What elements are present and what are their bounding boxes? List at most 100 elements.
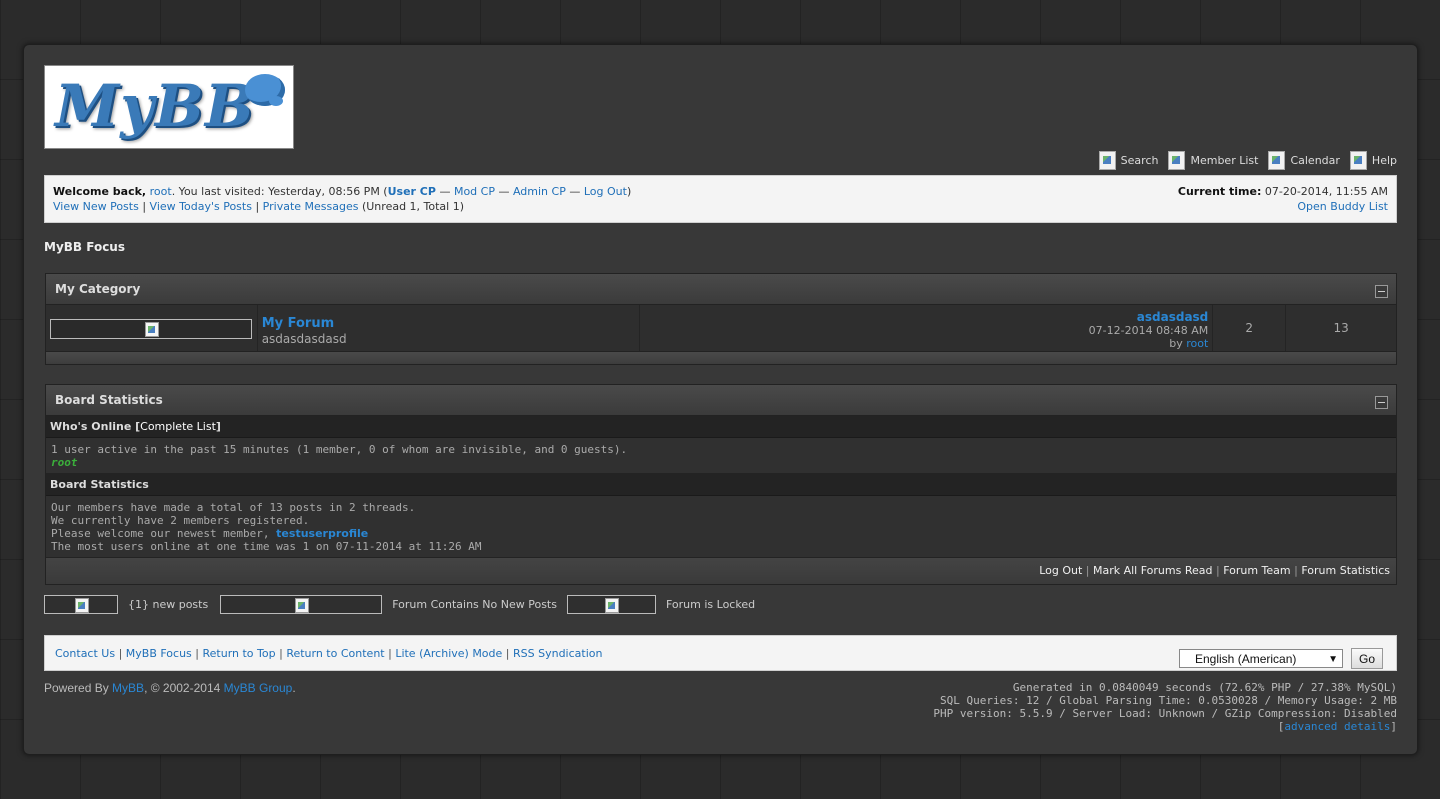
mybb-group-link[interactable]: MyBB Group <box>224 681 293 695</box>
mybb-focus-link[interactable]: MyBB Focus <box>126 647 192 660</box>
lastpost-user-link[interactable]: root <box>1186 337 1208 350</box>
current-time-label: Current time: <box>1177 185 1262 198</box>
dropdown-arrow-icon: ▼ <box>1328 654 1338 665</box>
menu-calendar[interactable]: Calendar <box>1268 151 1340 170</box>
footer-bar: Contact Us | MyBB Focus | Return to Top … <box>44 635 1397 671</box>
board-stats-subheader: Board Statistics <box>46 474 1396 496</box>
logout-link[interactable]: Log Out <box>584 185 627 198</box>
threads-cell: 2 <box>1213 305 1287 351</box>
menu-search[interactable]: Search <box>1098 151 1159 170</box>
lastpost-info: asdasdasd 07-12-2014 08:48 AM by root <box>1088 310 1209 351</box>
bottom-logout-link[interactable]: Log Out <box>1039 564 1082 577</box>
legend-no-new-posts-label: Forum Contains No New Posts <box>392 598 557 611</box>
forum-name-link[interactable]: My Forum <box>262 316 334 331</box>
open-buddy-list-link[interactable]: Open Buddy List <box>1297 200 1388 213</box>
copyright-text: , © 2002-2014 <box>144 681 221 695</box>
mybb-link[interactable]: MyBB <box>112 681 144 695</box>
menu-help-label: Help <box>1371 154 1397 167</box>
legend-no-new-posts-icon <box>220 595 383 614</box>
lastpost-title-link[interactable]: asdasdasd <box>1137 310 1209 324</box>
forum-status-icon <box>50 319 252 339</box>
current-time: Current time: 07-20-2014, 11:55 AM <box>1178 185 1388 198</box>
menu-search-label: Search <box>1120 154 1159 167</box>
lastpost-date: 07-12-2014 08:48 AM <box>1088 324 1209 337</box>
board-stats-table: Board Statistics Who's Online [Complete … <box>45 384 1397 585</box>
stats-line-posts: Our members have made a total of 13 post… <box>51 501 416 514</box>
admin-cp-link[interactable]: Admin CP <box>513 185 566 198</box>
breadcrumb[interactable]: MyBB Focus <box>44 240 125 254</box>
forum-status-cell <box>46 305 258 351</box>
contact-us-link[interactable]: Contact Us <box>55 647 115 660</box>
close-paren: ) <box>626 185 632 198</box>
posts-cell: 13 <box>1286 305 1397 351</box>
complete-list-link[interactable]: Complete List <box>140 420 216 433</box>
menu-calendar-label: Calendar <box>1290 154 1340 167</box>
category-title[interactable]: My Category <box>55 282 140 296</box>
collapse-icon[interactable] <box>1375 285 1388 298</box>
lastpost-cell: asdasdasd 07-12-2014 08:48 AM by root <box>640 305 1214 351</box>
threads-count: 2 <box>1245 321 1254 335</box>
private-messages-link[interactable]: Private Messages <box>263 200 359 213</box>
stats-line-members: We currently have 2 members registered. <box>51 514 310 527</box>
help-icon <box>1349 151 1367 170</box>
debug-php: PHP version: 5.5.9 / Server Load: Unknow… <box>933 707 1397 720</box>
category-header: My Category <box>46 274 1396 305</box>
forum-legend: {1} new posts Forum Contains No New Post… <box>44 595 755 614</box>
mod-cp-link[interactable]: Mod CP <box>454 185 495 198</box>
forum-team-link[interactable]: Forum Team <box>1223 564 1290 577</box>
advanced-details-link[interactable]: advanced details <box>1284 720 1390 733</box>
view-new-posts-link[interactable]: View New Posts <box>53 200 139 213</box>
board-stats-title: Board Statistics <box>55 393 163 407</box>
rss-syndication-link[interactable]: RSS Syndication <box>513 647 602 660</box>
debug-sql: SQL Queries: 12 / Global Parsing Time: 0… <box>940 694 1397 707</box>
debug-generated: Generated in 0.0840049 seconds (72.62% P… <box>1012 681 1397 694</box>
board-stats-header: Board Statistics <box>46 385 1396 416</box>
welcome-username-link[interactable]: root <box>150 185 172 198</box>
dot: . <box>292 681 296 695</box>
lite-archive-link[interactable]: Lite (Archive) Mode <box>395 647 502 660</box>
footer-links: Contact Us | MyBB Focus | Return to Top … <box>55 647 603 660</box>
separator: — <box>435 185 454 198</box>
broken-image-icon <box>75 598 89 613</box>
legend-new-posts-label: {1} new posts <box>128 598 209 611</box>
broken-image-icon <box>295 598 310 613</box>
posts-count: 13 <box>1333 321 1349 335</box>
top-menu: Search Member List Calendar Help <box>1098 151 1397 170</box>
logo-text: MyBB <box>55 72 255 140</box>
stats-line-newest: Please welcome our newest member, testus… <box>51 527 1391 540</box>
whos-online-header: Who's Online [Complete List] <box>46 416 1396 438</box>
newest-member-link[interactable]: testuserprofile <box>276 527 368 540</box>
whos-online-row: 1 user active in the past 15 minutes (1 … <box>46 438 1396 474</box>
view-todays-posts-link[interactable]: View Today's Posts <box>150 200 252 213</box>
language-select[interactable]: English (American) ▼ <box>1179 649 1343 668</box>
return-to-content-link[interactable]: Return to Content <box>286 647 384 660</box>
user-cp-link[interactable]: User CP <box>388 185 436 198</box>
category-table: My Category My Forum asdasdasdasd asdasd… <box>45 273 1397 365</box>
board-stats-row: Our members have made a total of 13 post… <box>46 496 1396 558</box>
current-time-value: 07-20-2014, 11:55 AM <box>1264 185 1388 198</box>
menu-help[interactable]: Help <box>1349 151 1397 170</box>
online-user-link[interactable]: root <box>51 456 78 469</box>
broken-image-icon <box>604 598 619 613</box>
separator: — <box>494 185 513 198</box>
category-footer <box>46 352 1396 364</box>
page-container: MyBB Search Member List Calendar Help We… <box>23 44 1418 755</box>
go-button[interactable]: Go <box>1351 648 1383 669</box>
broken-image-icon <box>145 322 159 337</box>
mark-read-link[interactable]: Mark All Forums Read <box>1093 564 1213 577</box>
legend-locked-icon <box>566 595 656 614</box>
search-icon <box>1098 151 1116 170</box>
debug-advanced: [advanced details] <box>1277 720 1397 733</box>
legend-new-posts-icon <box>44 595 118 614</box>
whos-online-label: Who's Online <box>50 420 132 433</box>
mybb-logo[interactable]: MyBB <box>44 65 294 149</box>
menu-member-list[interactable]: Member List <box>1168 151 1258 170</box>
forum-statistics-link[interactable]: Forum Statistics <box>1301 564 1390 577</box>
welcome-panel: Welcome back, root. You last visited: Ye… <box>44 175 1397 223</box>
powered-prefix: Powered By <box>44 681 109 695</box>
return-to-top-link[interactable]: Return to Top <box>203 647 276 660</box>
forum-info-cell: My Forum asdasdasdasd <box>257 305 641 351</box>
last-visit-text: . You last visited: Yesterday, 08:56 PM … <box>171 185 388 198</box>
welcome-line: Welcome back, root. You last visited: Ye… <box>53 185 631 198</box>
collapse-icon[interactable] <box>1375 396 1388 409</box>
